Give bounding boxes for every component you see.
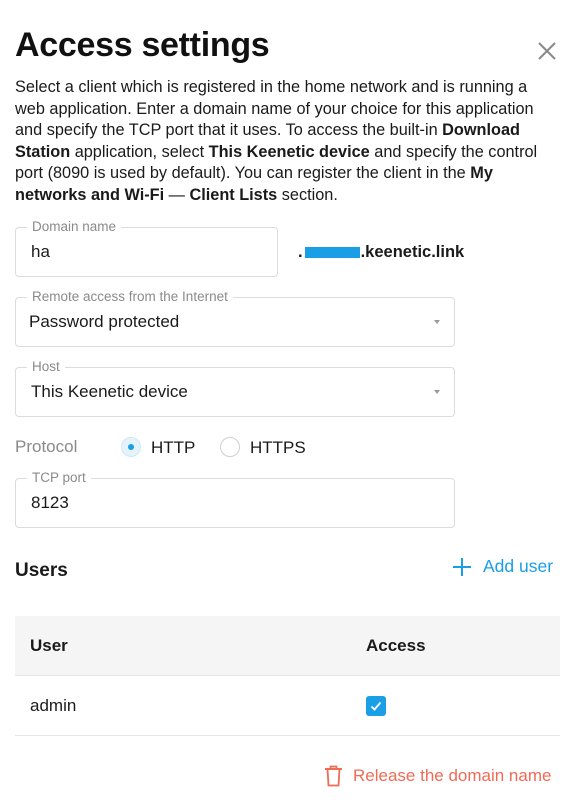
user-name-cell: admin	[30, 696, 77, 715]
radio-http-label[interactable]: HTTP	[151, 438, 195, 458]
protocol-label: Protocol	[15, 437, 78, 456]
domain-name-field[interactable]: Domain name ha	[15, 219, 278, 277]
client-lists-text: Client Lists	[189, 185, 278, 204]
host-select[interactable]: Host This Keenetic device	[15, 359, 455, 417]
redacted-block	[304, 247, 360, 258]
radio-https[interactable]	[220, 437, 240, 457]
table-row: admin	[15, 676, 560, 736]
chevron-down-icon	[434, 320, 440, 324]
add-user-label: Add user	[483, 556, 554, 576]
close-icon[interactable]	[537, 41, 557, 61]
access-checkbox[interactable]	[366, 696, 386, 716]
trash-icon	[325, 765, 342, 787]
release-domain-label: Release the domain name	[353, 766, 552, 785]
domain-name-value[interactable]: ha	[31, 228, 50, 276]
dialog-description: Select a client which is registered in t…	[15, 78, 538, 204]
remote-access-select[interactable]: Remote access from the Internet Password…	[15, 289, 455, 347]
column-header-user: User	[30, 636, 68, 655]
radio-https-label[interactable]: HTTPS	[250, 438, 306, 458]
this-keenetic-device-text: This Keenetic device	[208, 142, 370, 161]
release-domain-button[interactable]: Release the domain name	[324, 765, 551, 787]
radio-http[interactable]	[121, 437, 141, 457]
chevron-down-icon	[434, 390, 440, 394]
users-table-header: User Access	[15, 616, 560, 676]
check-icon	[370, 701, 382, 711]
dialog-title: Access settings	[15, 26, 270, 64]
tcp-port-value[interactable]: 8123	[31, 479, 69, 527]
plus-icon	[453, 557, 471, 576]
domain-suffix: . .keenetic.link	[298, 243, 465, 261]
add-user-button[interactable]: Add user	[452, 556, 553, 577]
remote-access-value: Password protected	[29, 312, 180, 331]
tcp-port-field[interactable]: TCP port 8123	[15, 470, 455, 528]
users-heading: Users	[15, 560, 68, 581]
column-header-access: Access	[366, 636, 426, 655]
host-value: This Keenetic device	[31, 382, 188, 401]
